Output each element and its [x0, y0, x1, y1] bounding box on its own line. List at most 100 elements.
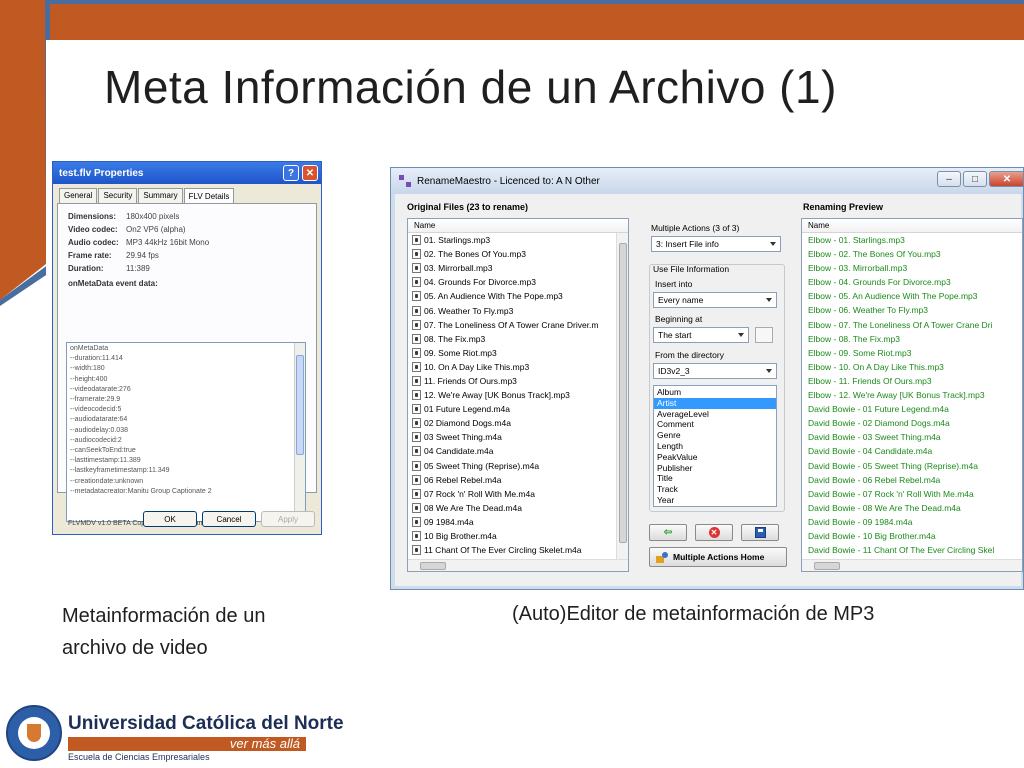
- audio-file-icon: [412, 446, 421, 457]
- list-item[interactable]: 07. The Loneliness Of A Tower Crane Driv…: [408, 318, 628, 332]
- list-item[interactable]: 02 Diamond Dogs.m4a: [408, 416, 628, 430]
- field-option[interactable]: AverageLevel: [654, 409, 776, 420]
- file-name: 10. On A Day Like This.mp3: [424, 361, 530, 372]
- preview-list-item[interactable]: Elbow - 05. An Audience With The Pope.mp…: [802, 289, 1022, 303]
- preview-list-item[interactable]: David Bowie - 08 We Are The Dead.m4a: [802, 501, 1022, 515]
- list-item[interactable]: 02. The Bones Of You.mp3: [408, 247, 628, 261]
- field-option[interactable]: Comment: [654, 419, 776, 430]
- list-item[interactable]: 06. Weather To Fly.mp3: [408, 303, 628, 317]
- minimize-icon[interactable]: –: [937, 171, 961, 187]
- list-item[interactable]: 05 Sweet Thing (Reprise).m4a: [408, 459, 628, 473]
- list-item[interactable]: 04. Grounds For Divorce.mp3: [408, 275, 628, 289]
- preview-list-item[interactable]: Elbow - 07. The Loneliness Of A Tower Cr…: [802, 318, 1022, 332]
- list-item[interactable]: 01 Future Legend.m4a: [408, 402, 628, 416]
- preview-list-item[interactable]: David Bowie - 10 Big Brother.m4a: [802, 529, 1022, 543]
- back-button[interactable]: ⇦: [649, 524, 687, 541]
- list-item[interactable]: 11. Friends Of Ours.mp3: [408, 374, 628, 388]
- multiple-actions-home-button[interactable]: Multiple Actions Home: [649, 547, 787, 567]
- list-item[interactable]: 08. The Fix.mp3: [408, 332, 628, 346]
- list-item[interactable]: 05. An Audience With The Pope.mp3: [408, 289, 628, 303]
- column-header-name[interactable]: Name: [408, 219, 628, 233]
- list-item[interactable]: 07 Rock 'n' Roll With Me.m4a: [408, 487, 628, 501]
- preview-list-item[interactable]: David Bowie - 02 Diamond Dogs.m4a: [802, 416, 1022, 430]
- event-data-list[interactable]: onMetaData --duration:11.414 --width:180 --…: [66, 342, 306, 522]
- preview-list-item[interactable]: Elbow - 03. Mirrorball.mp3: [802, 261, 1022, 275]
- list-item[interactable]: 03 Sweet Thing.m4a: [408, 430, 628, 444]
- preview-list-item[interactable]: Elbow - 10. On A Day Like This.mp3: [802, 360, 1022, 374]
- preview-list-item[interactable]: David Bowie - 05 Sweet Thing (Reprise).m…: [802, 459, 1022, 473]
- field-option[interactable]: PeakValue: [654, 452, 776, 463]
- field-option[interactable]: Album: [654, 387, 776, 398]
- field-list[interactable]: Album Artist AverageLevel Comment Genre Lengt…: [653, 385, 777, 507]
- cancel-button[interactable]: Cancel: [202, 511, 256, 527]
- use-file-info-label: Use File Information: [653, 264, 730, 274]
- preview-list-item[interactable]: David Bowie - 03 Sweet Thing.m4a: [802, 430, 1022, 444]
- app-icon: [399, 175, 411, 187]
- audio-file-icon: [412, 277, 421, 288]
- preview-list-item[interactable]: Elbow - 08. The Fix.mp3: [802, 332, 1022, 346]
- preview-list-item[interactable]: Elbow - 09. Some Riot.mp3: [802, 346, 1022, 360]
- preview-column-header-name[interactable]: Name: [802, 219, 1022, 233]
- list-item[interactable]: 06 Rebel Rebel.m4a: [408, 473, 628, 487]
- multiple-actions-value: 3: Insert File info: [656, 239, 719, 249]
- field-option[interactable]: Title: [654, 473, 776, 484]
- field-option[interactable]: Publisher: [654, 463, 776, 474]
- list-item[interactable]: 11 Chant Of The Ever Circling Skelet.m4a: [408, 543, 628, 557]
- audio-file-icon: [412, 305, 421, 316]
- original-list-hscroll[interactable]: [408, 559, 628, 571]
- preview-list-item[interactable]: David Bowie - 11 Chant Of The Ever Circl…: [802, 543, 1022, 557]
- apply-button[interactable]: Apply: [261, 511, 315, 527]
- delete-action-button[interactable]: ✕: [695, 524, 733, 541]
- rm-titlebar[interactable]: RenameMaestro - Licenced to: A N Other –…: [391, 168, 1023, 194]
- tab-summary[interactable]: Summary: [138, 188, 183, 203]
- preview-list-item[interactable]: David Bowie - 09 1984.m4a: [802, 515, 1022, 529]
- close-icon[interactable]: ✕: [302, 165, 318, 181]
- position-stepper[interactable]: [755, 327, 773, 343]
- list-item[interactable]: 10. On A Day Like This.mp3: [408, 360, 628, 374]
- preview-list-item[interactable]: David Bowie - 01 Future Legend.m4a: [802, 402, 1022, 416]
- original-files-list[interactable]: Name 01. Starlings.mp3 02. The Bones Of Y…: [407, 218, 629, 572]
- field-option[interactable]: Length: [654, 441, 776, 452]
- original-list-vscroll[interactable]: [616, 233, 628, 559]
- help-button[interactable]: ?: [283, 165, 299, 181]
- list-item[interactable]: 09 1984.m4a: [408, 515, 628, 529]
- preview-list-hscroll[interactable]: [802, 559, 1022, 571]
- tab-security[interactable]: Security: [98, 188, 138, 203]
- event-list-scrollbar[interactable]: [294, 343, 305, 521]
- list-item[interactable]: 08 We Are The Dead.m4a: [408, 501, 628, 515]
- field-option[interactable]: Year: [654, 495, 776, 506]
- save-button[interactable]: [741, 524, 779, 541]
- list-item[interactable]: 10 Big Brother.m4a: [408, 529, 628, 543]
- home-button-label: Multiple Actions Home: [673, 552, 765, 562]
- slide-title: Meta Información de un Archivo (1): [104, 61, 837, 113]
- list-item[interactable]: 04 Candidate.m4a: [408, 444, 628, 458]
- tab-general[interactable]: General: [59, 188, 98, 203]
- list-item[interactable]: 01. Starlings.mp3: [408, 233, 628, 247]
- preview-list-item[interactable]: David Bowie - 07 Rock 'n' Roll With Me.m…: [802, 487, 1022, 501]
- field-option[interactable]: Genre: [654, 430, 776, 441]
- multiple-actions-select[interactable]: 3: Insert File info: [651, 236, 781, 252]
- list-item[interactable]: 03. Mirrorball.mp3: [408, 261, 628, 275]
- renaming-preview-list[interactable]: Name Elbow - 01. Starlings.mp3 Elbow - 02…: [801, 218, 1023, 572]
- field-option[interactable]: Track: [654, 484, 776, 495]
- beginning-at-select[interactable]: The start: [653, 327, 749, 343]
- audio-file-icon: [412, 516, 421, 527]
- from-directory-select[interactable]: ID3v2_3: [653, 363, 777, 379]
- preview-list-item[interactable]: David Bowie - 04 Candidate.m4a: [802, 444, 1022, 458]
- flv-dialog-titlebar[interactable]: test.flv Properties ? ✕: [53, 162, 321, 184]
- preview-list-item[interactable]: Elbow - 06. Weather To Fly.mp3: [802, 303, 1022, 317]
- list-item[interactable]: 09. Some Riot.mp3: [408, 346, 628, 360]
- preview-list-item[interactable]: Elbow - 12. We're Away [UK Bonus Track].…: [802, 388, 1022, 402]
- tab-flv-details[interactable]: FLV Details: [183, 188, 235, 203]
- preview-list-item[interactable]: Elbow - 04. Grounds For Divorce.mp3: [802, 275, 1022, 289]
- ok-button[interactable]: OK: [143, 511, 197, 527]
- field-option[interactable]: Artist: [654, 397, 776, 409]
- preview-list-item[interactable]: David Bowie - 06 Rebel Rebel.m4a: [802, 473, 1022, 487]
- maximize-icon[interactable]: □: [963, 171, 987, 187]
- list-item[interactable]: 12. We're Away [UK Bonus Track].mp3: [408, 388, 628, 402]
- preview-list-item[interactable]: Elbow - 01. Starlings.mp3: [802, 233, 1022, 247]
- preview-list-item[interactable]: Elbow - 11. Friends Of Ours.mp3: [802, 374, 1022, 388]
- insert-into-select[interactable]: Every name: [653, 292, 777, 308]
- preview-list-item[interactable]: Elbow - 02. The Bones Of You.mp3: [802, 247, 1022, 261]
- close-icon[interactable]: ✕: [989, 171, 1023, 187]
